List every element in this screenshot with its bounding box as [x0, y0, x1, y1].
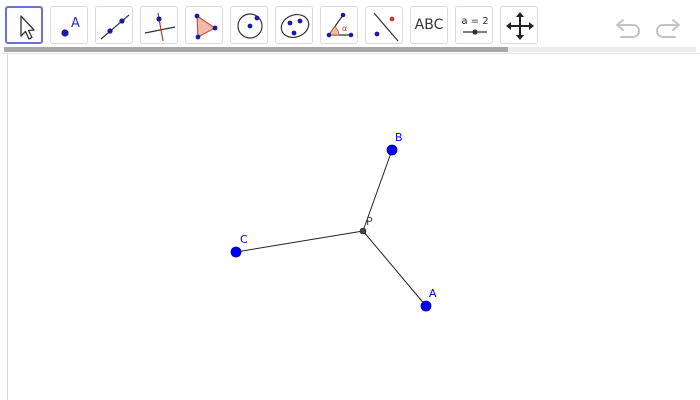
point-c[interactable] [230, 246, 242, 258]
point-tool-button[interactable]: A [50, 6, 88, 44]
slider-tool-button[interactable]: a = 2 [455, 6, 493, 44]
slider-icon: a = 2 [461, 16, 489, 35]
construction-canvas[interactable]: B C A P [0, 54, 700, 400]
point-p-label: P [366, 215, 373, 228]
ellipse-icon [280, 14, 310, 38]
move-arrow-icon [20, 15, 35, 40]
text-icon: ABC [414, 17, 444, 33]
perpendicular-line-icon [144, 12, 176, 42]
toolbar: A α ABC a = 2 [0, 0, 700, 50]
redo-icon [656, 19, 680, 38]
angle-tool-button[interactable]: α [320, 6, 358, 44]
point-a-label: A [429, 287, 437, 300]
point-icon: A [61, 16, 80, 37]
point-c-label: C [240, 233, 248, 246]
undo-icon [616, 19, 640, 38]
svg-text:A: A [71, 16, 80, 31]
reflect-icon [373, 12, 399, 42]
graphics-left-border [7, 54, 8, 400]
move-view-icon [506, 12, 534, 40]
angle-icon: α [326, 12, 354, 38]
segment-pa[interactable] [362, 230, 427, 307]
ellipse-tool-button[interactable] [275, 6, 313, 44]
point-b-label: B [395, 131, 403, 144]
toolbar-scrollbar-thumb[interactable] [4, 47, 508, 52]
perpendicular-tool-button[interactable] [140, 6, 178, 44]
reflect-tool-button[interactable] [365, 6, 403, 44]
circle-tool-button[interactable] [230, 6, 268, 44]
text-tool-button[interactable]: ABC [410, 6, 448, 44]
line-icon [100, 14, 130, 40]
svg-text:α: α [342, 24, 347, 33]
segment-pc[interactable] [235, 230, 364, 253]
undo-button[interactable] [614, 12, 644, 40]
graphics-view[interactable]: B C A P [0, 53, 700, 400]
point-a[interactable] [420, 300, 432, 312]
svg-text:a = 2: a = 2 [461, 16, 488, 27]
line-tool-button[interactable] [95, 6, 133, 44]
polygon-icon [194, 13, 218, 40]
redo-button[interactable] [652, 12, 682, 40]
move-view-tool-button[interactable] [500, 6, 538, 44]
geogebra-app: A α ABC a = 2 B C A P [0, 0, 700, 400]
polygon-tool-button[interactable] [185, 6, 223, 44]
move-tool-button[interactable] [5, 6, 43, 44]
point-b[interactable] [386, 144, 398, 156]
circle-icon [237, 13, 263, 39]
point-p[interactable] [359, 227, 367, 235]
